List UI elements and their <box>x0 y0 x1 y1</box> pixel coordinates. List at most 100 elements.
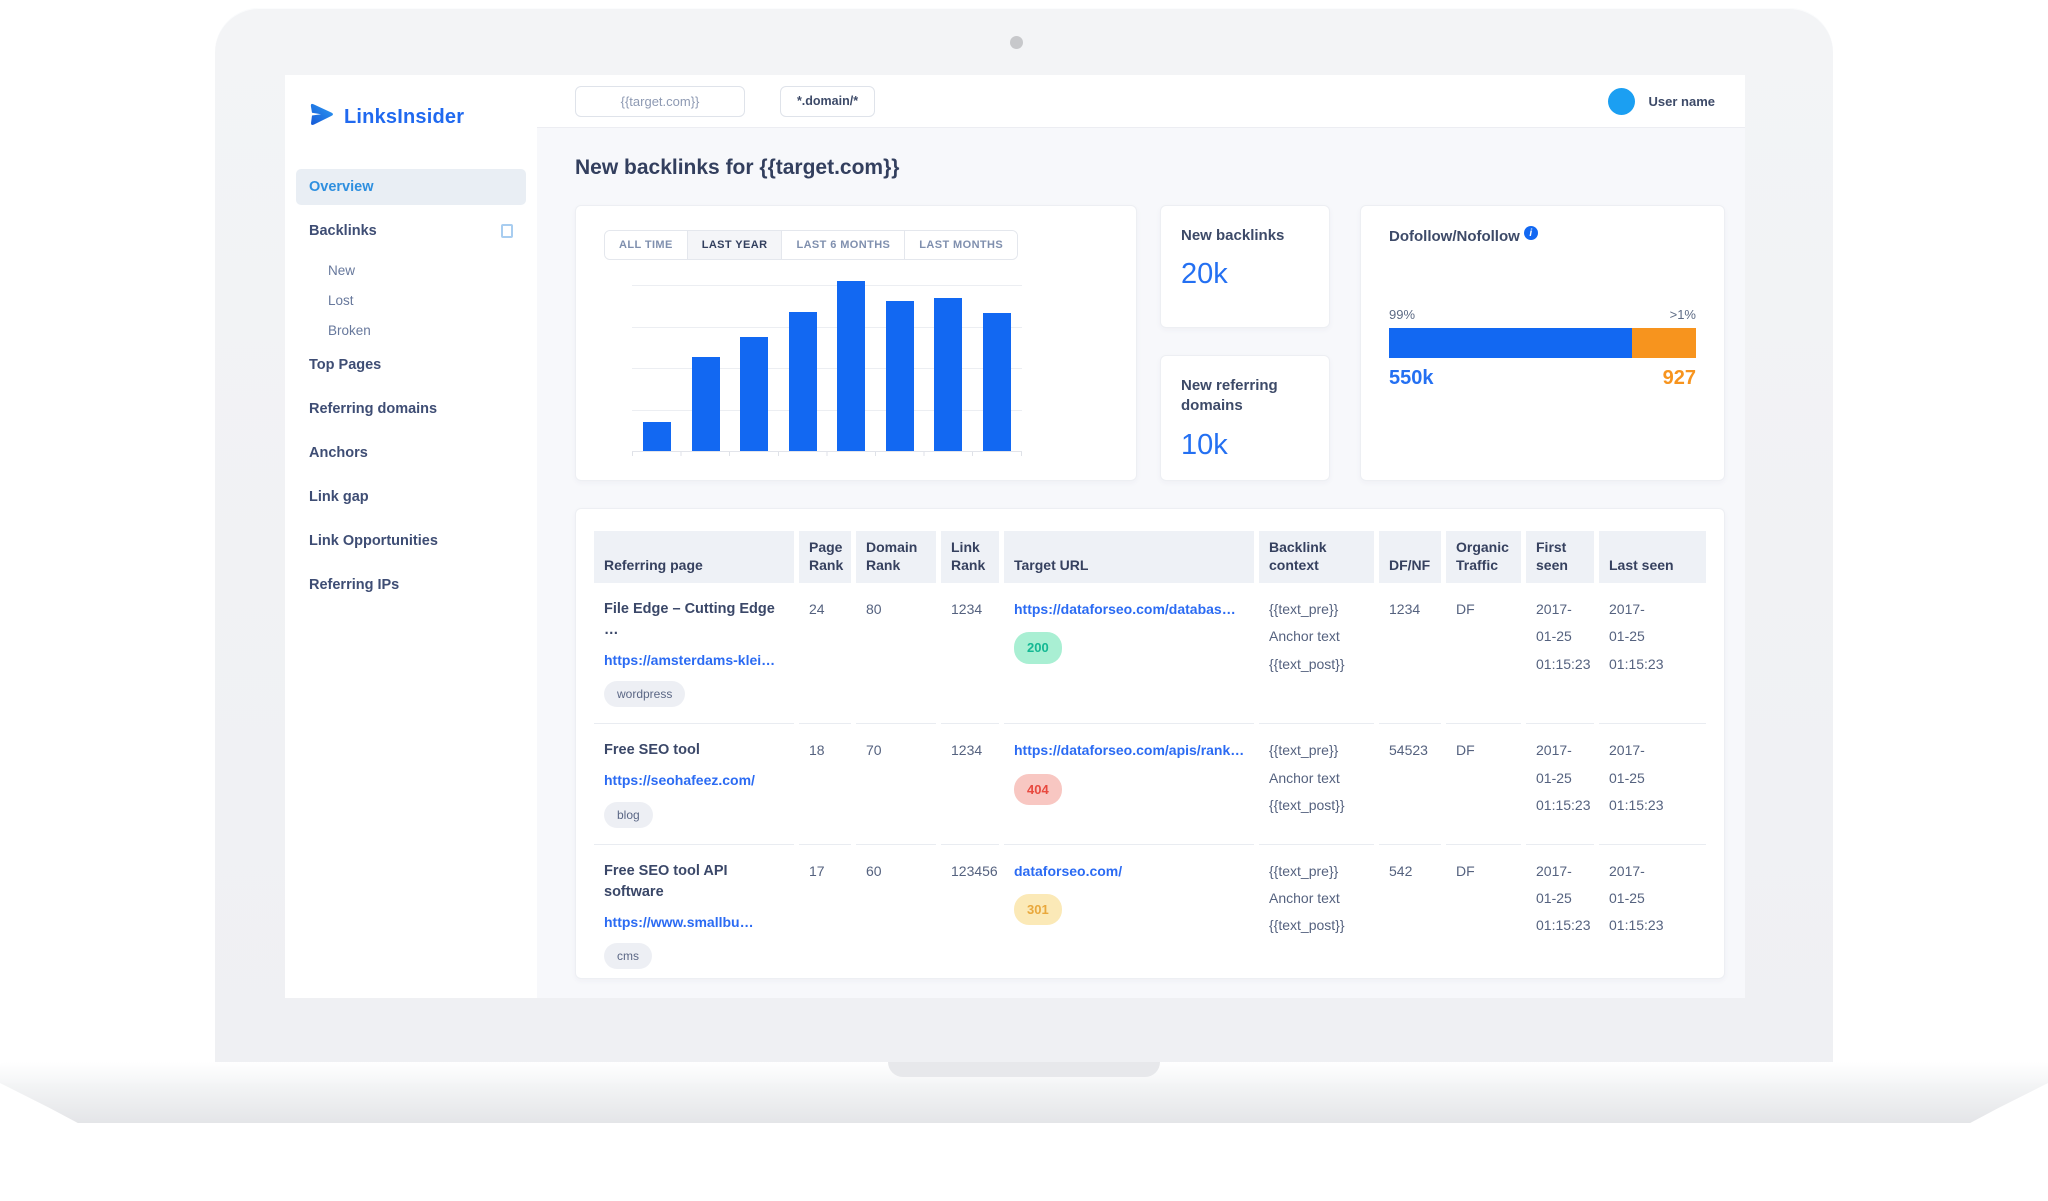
content: New backlinks for {{target.com}} ALL TIM… <box>537 128 1745 979</box>
page: LinksInsider Overview Backlinks New Lost… <box>0 0 2048 1201</box>
category-tag: cms <box>604 942 652 969</box>
nav-item-label: Anchors <box>309 445 368 461</box>
nofollow-value: 927 <box>1662 367 1696 389</box>
link-rank-cell: 123456 <box>941 845 999 978</box>
main-area: User name New backlinks for {{target.com… <box>537 75 1745 998</box>
column-header: First seen <box>1526 531 1594 583</box>
backlink-context-cell: {{text_pre}} Anchor text {{text_post}} <box>1259 583 1374 725</box>
link-rank-cell: 1234 <box>941 583 999 725</box>
time-range-tabs: ALL TIME LAST YEAR LAST 6 MONTHS LAST MO… <box>604 230 1019 260</box>
dofollow-nofollow-card: Dofollow/Nofollow i 99% >1% 550k 927 <box>1360 205 1725 481</box>
sidebar-item-backlinks[interactable]: Backlinks <box>296 213 526 249</box>
topbar: User name <box>537 75 1745 128</box>
target-url-cell: https://dataforseo.com/apis/rank… 404 <box>1004 724 1254 845</box>
domain-rank-cell: 80 <box>856 583 936 725</box>
category-tag: blog <box>604 801 653 828</box>
status-code-badge: 200 <box>1014 632 1062 664</box>
time-range-tab[interactable]: LAST 6 MONTHS <box>782 231 906 259</box>
organic-traffic-cell: DF <box>1446 724 1521 845</box>
sidebar: LinksInsider Overview Backlinks New Lost… <box>285 75 537 998</box>
referring-page-link[interactable]: https://seohafeez.com/ <box>604 770 786 790</box>
sidebar-item-broken[interactable]: Broken <box>296 317 526 344</box>
logo-text: LinksInsider <box>344 105 465 128</box>
sidebar-item-link-gap[interactable]: Link gap <box>296 479 526 515</box>
column-header: Link Rank <box>941 531 999 583</box>
sidebar-item-referring-domains[interactable]: Referring domains <box>296 391 526 427</box>
dfnf-cell: 1234 <box>1379 583 1441 725</box>
dofollow-value: 550k <box>1389 367 1434 389</box>
column-header: Organic Traffic <box>1446 531 1521 583</box>
sidebar-item-new[interactable]: New <box>296 257 526 284</box>
organic-traffic-cell: DF <box>1446 845 1521 978</box>
nav-item-label: Lost <box>328 293 354 308</box>
sidebar-item-anchors[interactable]: Anchors <box>296 435 526 471</box>
target-input[interactable] <box>575 85 745 117</box>
column-header: Last seen <box>1599 531 1706 583</box>
domain-input[interactable] <box>780 85 875 117</box>
target-url-link[interactable]: https://dataforseo.com/databas… <box>1014 599 1246 619</box>
sidebar-nav: Overview Backlinks New Lost Broken Top P… <box>285 169 537 603</box>
bar-chart <box>632 281 1022 456</box>
time-range-tab[interactable]: ALL TIME <box>605 231 688 259</box>
chart-bar <box>934 298 963 451</box>
category-tag: wordpress <box>604 681 686 708</box>
dfnf-cell: 542 <box>1379 845 1441 978</box>
link-rank-cell: 1234 <box>941 724 999 845</box>
referring-page-cell: Free SEO tool https://seohafeez.com/ blo… <box>594 724 794 845</box>
time-range-tab[interactable]: LAST YEAR <box>687 231 783 259</box>
referring-page-title: File Edge – Cutting Edge … <box>604 601 775 639</box>
x-axis-ticks <box>632 452 1022 456</box>
time-range-tab[interactable]: LAST MONTHS <box>905 231 1018 259</box>
camera-dot <box>1010 36 1023 49</box>
first-seen-cell: 2017- 01-25 01:15:23 <box>1526 845 1594 978</box>
logo-icon <box>309 101 336 133</box>
last-seen-cell: 2017- 01-25 01:15:23 <box>1599 583 1706 725</box>
last-seen-cell: 2017- 01-25 01:15:23 <box>1599 845 1706 978</box>
stat-value: 10k <box>1181 428 1228 461</box>
user-name: User name <box>1648 93 1715 109</box>
info-icon[interactable]: i <box>1523 226 1538 240</box>
nav-item-label: Overview <box>309 179 374 195</box>
backlinks-table-card: Referring page Page Rank Domain Rank Link R… <box>575 508 1725 979</box>
nofollow-bar-segment <box>1631 328 1696 358</box>
stat-value: 20k <box>1181 258 1228 291</box>
sidebar-item-link-opportunities[interactable]: Link Opportunities <box>296 523 526 559</box>
dofollow-bar-segment <box>1389 328 1632 358</box>
stat-label: New backlinks <box>1181 227 1285 244</box>
column-header: Domain Rank <box>856 531 936 583</box>
sidebar-item-top-pages[interactable]: Top Pages <box>296 347 526 383</box>
page-rank-cell: 24 <box>799 583 851 725</box>
logo[interactable]: LinksInsider <box>285 75 537 133</box>
page-rank-cell: 18 <box>799 724 851 845</box>
target-url-cell: dataforseo.com/ 301 <box>1004 845 1254 978</box>
column-header: Page Rank <box>799 531 851 583</box>
column-header: DF/NF <box>1379 531 1441 583</box>
first-seen-cell: 2017- 01-25 01:15:23 <box>1526 724 1594 845</box>
nav-item-label: Broken <box>328 323 371 338</box>
sidebar-item-referring-ips[interactable]: Referring IPs <box>296 567 526 603</box>
chart-bar <box>643 422 671 451</box>
dofollow-pct: 99% <box>1389 307 1416 322</box>
dofollow-title: Dofollow/Nofollow <box>1389 228 1520 245</box>
bar-chart-bars <box>632 281 1022 451</box>
collapse-icon[interactable] <box>501 224 513 238</box>
column-header: Referring page <box>594 531 794 583</box>
last-seen-cell: 2017- 01-25 01:15:23 <box>1599 724 1706 845</box>
nav-item-label: Top Pages <box>309 357 382 373</box>
referring-page-link[interactable]: https://www.smallbu… <box>604 912 786 932</box>
sidebar-item-overview[interactable]: Overview <box>296 169 526 205</box>
referring-page-link[interactable]: https://amsterdams-klei… <box>604 650 786 670</box>
dfnf-cell: 54523 <box>1379 724 1441 845</box>
target-url-link[interactable]: dataforseo.com/ <box>1014 861 1246 881</box>
target-url-link[interactable]: https://dataforseo.com/apis/rank… <box>1014 740 1246 760</box>
avatar[interactable] <box>1607 87 1635 115</box>
table-body: File Edge – Cutting Edge … https://amste… <box>594 583 1706 978</box>
nav-item-label: Link gap <box>309 489 369 505</box>
page-title: New backlinks for {{target.com}} <box>575 156 900 179</box>
table-row: Free SEO tool https://seohafeez.com/ blo… <box>594 724 1706 845</box>
stats-column: New backlinks 20k New referring domains … <box>1160 205 1330 481</box>
sidebar-item-lost[interactable]: Lost <box>296 287 526 314</box>
table-row: File Edge – Cutting Edge … https://amste… <box>594 583 1706 725</box>
app-screen: LinksInsider Overview Backlinks New Lost… <box>285 75 1745 998</box>
column-header: Target URL <box>1004 531 1254 583</box>
